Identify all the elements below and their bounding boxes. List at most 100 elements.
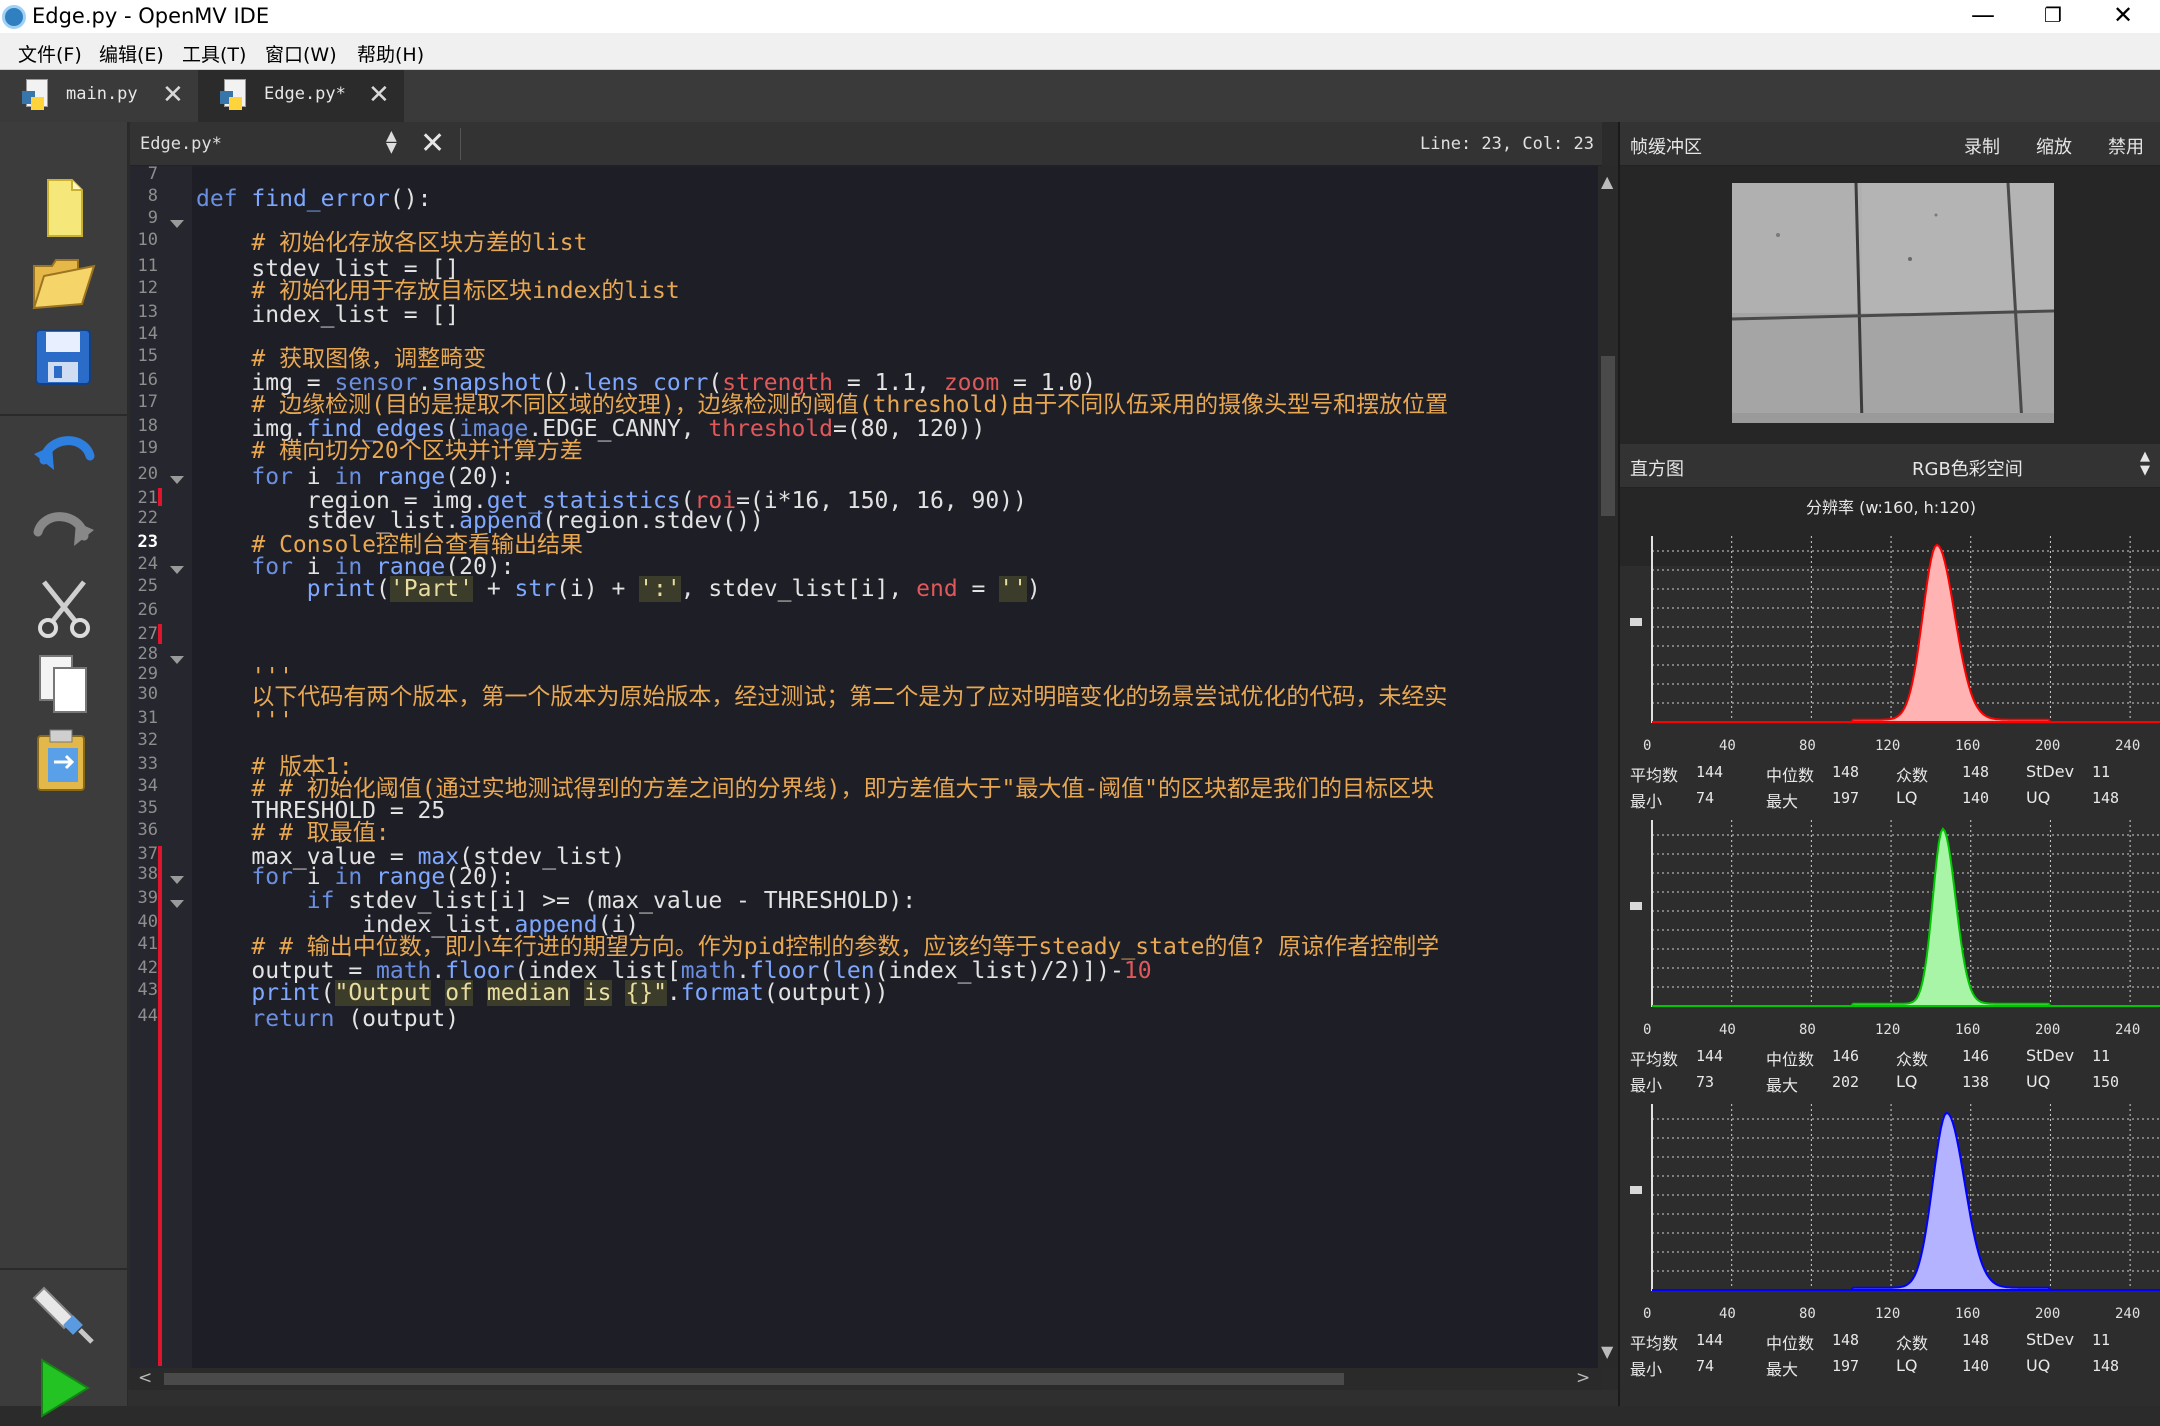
stat-label: LQ (1896, 1356, 1918, 1375)
scroll-right-icon[interactable]: > (1576, 1368, 1590, 1388)
connect-icon[interactable] (30, 1278, 98, 1346)
close-document-icon[interactable]: ✕ (420, 126, 445, 161)
menu-help[interactable]: 帮助(H) (357, 40, 424, 67)
line-number: 14 (137, 324, 158, 344)
undo-icon[interactable] (30, 420, 98, 488)
line-number: 34 (137, 776, 158, 796)
stat-label: UQ (2026, 788, 2051, 807)
tab-edge-py[interactable]: Edge.py* ✕ (198, 70, 404, 122)
fold-arrow-icon[interactable] (170, 656, 184, 664)
redo-icon[interactable] (30, 496, 98, 564)
line-number: 36 (137, 820, 158, 840)
code-area[interactable]: def find_error(): # 初始化存放各区块方差的list stde… (196, 166, 1586, 1368)
close-tab-icon[interactable]: ✕ (368, 80, 390, 110)
line-number: 11 (137, 256, 158, 276)
disable-button[interactable]: 禁用 (2108, 133, 2144, 159)
line-number: 31 (137, 708, 158, 728)
menu-bar: 文件(F) 编辑(E) 工具(T) 窗口(W) 帮助(H) (0, 33, 2160, 70)
scroll-up-icon[interactable]: ▲ (1601, 172, 1613, 191)
menu-edit[interactable]: 编辑(E) (99, 40, 164, 67)
fold-arrow-icon[interactable] (170, 566, 184, 574)
line-number: 30 (137, 684, 158, 704)
copy-icon[interactable] (30, 650, 98, 718)
toolbar-separator (0, 1268, 128, 1270)
close-tab-icon[interactable]: ✕ (162, 80, 184, 110)
code-line[interactable]: 以下代码有两个版本，第一个版本为原始版本，经过测试；第二个是为了应对明暗变化的场… (196, 682, 1447, 712)
line-number: 18 (137, 416, 158, 436)
stat-value: 146 (1962, 1047, 1990, 1065)
fold-arrow-icon[interactable] (170, 900, 184, 908)
frame-buffer-header: 帧缓冲区 录制 缩放 禁用 (1620, 122, 2160, 166)
scroll-down-icon[interactable]: ▼ (1601, 1342, 1613, 1361)
record-button[interactable]: 录制 (1964, 133, 2000, 159)
stat-label: LQ (1896, 788, 1918, 807)
zoom-button[interactable]: 缩放 (2036, 133, 2072, 159)
tick-label: 120 (1875, 738, 1901, 754)
tick-label: 80 (1799, 738, 1816, 754)
document-selector-arrows-icon[interactable]: ▲ ▼ (386, 129, 397, 155)
line-number: 16 (137, 370, 158, 390)
minimize-button[interactable]: — (1950, 0, 2016, 33)
code-line[interactable]: return (output) (196, 1004, 459, 1034)
stat-label: 众数 (1896, 1334, 1929, 1353)
run-icon[interactable] (30, 1354, 98, 1422)
fold-arrow-icon[interactable] (170, 220, 184, 228)
stat-label: 最大 (1766, 1360, 1799, 1379)
tab-main-py[interactable]: main.py ✕ (0, 70, 196, 122)
scroll-left-icon[interactable]: < (138, 1368, 152, 1388)
stat-label: 平均数 (1630, 1334, 1679, 1353)
cut-icon[interactable] (30, 574, 98, 642)
histogram-g: 0 40 80 120 160 200 240 平均数 144 中位数 146 众数 146 StDev 1… (1620, 816, 2160, 1100)
stat-label: 最小 (1630, 792, 1663, 811)
fold-arrow-icon[interactable] (170, 876, 184, 884)
scroll-thumb[interactable] (1601, 356, 1615, 516)
colorspace-select[interactable]: RGB色彩空间 (1912, 455, 2023, 481)
close-window-button[interactable]: ✕ (2090, 0, 2156, 33)
histogram-header: 直方图 RGB色彩空间 ▲ ▼ (1620, 444, 2160, 488)
line-number: 29 (137, 664, 158, 684)
tab-label: Edge.py* (264, 84, 346, 104)
line-number: 9 (147, 208, 158, 228)
menu-tools[interactable]: 工具(T) (182, 40, 246, 67)
stat-value: 11 (2092, 763, 2111, 781)
stat-label: StDev (2026, 1330, 2075, 1349)
tick-label: 0 (1643, 1022, 1652, 1038)
stat-value: 11 (2092, 1331, 2111, 1349)
histogram-plot (1651, 820, 2160, 1007)
tick-label: 0 (1643, 1306, 1652, 1322)
editor-horizontal-scrollbar[interactable]: < > (130, 1368, 1602, 1390)
stat-value: 138 (1962, 1073, 1990, 1091)
line-number-gutter: 7 8 9 10 11 12 13 14 15 16 17 18 19 20 21 22 23 24 25 26 27 2… (130, 166, 192, 1368)
open-folder-icon[interactable] (30, 246, 98, 314)
save-icon[interactable] (30, 322, 98, 390)
fold-arrow-icon[interactable] (170, 476, 184, 484)
code-line[interactable]: print('Part' + str(i) + ':', stdev_list[… (196, 574, 1041, 604)
menu-window[interactable]: 窗口(W) (265, 40, 337, 67)
stat-label: 众数 (1896, 766, 1929, 785)
stat-label: UQ (2026, 1356, 2051, 1375)
channel-label (1630, 1186, 1642, 1194)
right-panel: 帧缓冲区 录制 缩放 禁用 直方图 RGB色彩空间 ▲ ▼ 分辨率 (w:160,… (1618, 122, 2160, 1406)
stat-value: 150 (2092, 1073, 2120, 1091)
stat-label: 最大 (1766, 1076, 1799, 1095)
editor-vertical-scrollbar[interactable]: ▲ ▼ (1598, 166, 1618, 1368)
tick-label: 40 (1719, 738, 1736, 754)
restore-button[interactable]: ❐ (2020, 0, 2086, 33)
scroll-thumb[interactable] (164, 1373, 1344, 1385)
new-file-icon[interactable] (30, 174, 98, 242)
code-editor[interactable]: 7 8 9 10 11 12 13 14 15 16 17 18 19 20 21 22 23 24 25 26 27 2… (130, 166, 1602, 1368)
line-number: 41 (137, 934, 158, 954)
code-line[interactable]: index_list = [] (196, 300, 459, 330)
histogram-b: 0 40 80 120 160 200 240 平均数 144 中位数 148 众数 148 StDev 1… (1620, 1100, 2160, 1384)
document-selector[interactable]: Edge.py* (140, 134, 222, 154)
title-bar: Edge.py - OpenMV IDE — ❐ ✕ (0, 0, 2160, 33)
menu-file[interactable]: 文件(F) (18, 40, 82, 67)
tick-label: 80 (1799, 1022, 1816, 1038)
colorspace-arrows-icon[interactable]: ▲ ▼ (2140, 450, 2150, 478)
stat-value: 202 (1832, 1073, 1860, 1091)
change-marker (158, 624, 162, 644)
line-number: 12 (137, 278, 158, 298)
paste-icon[interactable] (30, 726, 98, 794)
code-line[interactable]: ''' (196, 706, 293, 736)
code-line[interactable]: def find_error(): (196, 184, 431, 214)
